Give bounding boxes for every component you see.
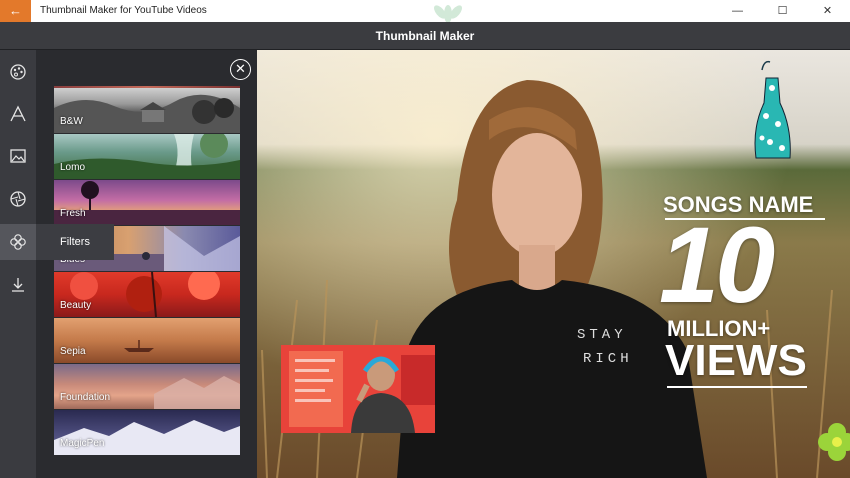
inset-photo-image [281, 345, 435, 433]
window-title: Thumbnail Maker for YouTube Videos [40, 5, 207, 16]
app-title: Thumbnail Maker [375, 29, 475, 43]
filter-item[interactable]: Sepia [54, 318, 240, 363]
rail-item-filters[interactable] [0, 224, 36, 260]
window-titlebar: ← Thumbnail Maker for YouTube Videos — ☐… [0, 0, 850, 22]
filter-label: Lomo [60, 162, 86, 173]
palette-icon [10, 64, 26, 80]
text-icon [10, 105, 26, 122]
filter-label: B&W [60, 116, 83, 127]
filter-item[interactable]: Lomo [54, 134, 240, 179]
inset-photo[interactable] [281, 345, 435, 433]
filter-label: Sepia [60, 346, 86, 357]
filter-item[interactable]: B&W [54, 88, 240, 133]
image-icon [10, 149, 26, 163]
big-number-text: 10 [659, 204, 775, 325]
flower-icon [818, 423, 850, 461]
flower-decoration-icon [434, 5, 462, 22]
rail-item-download[interactable] [0, 267, 36, 303]
filter-label: Foundation [60, 392, 111, 403]
filter-label: Fresh [60, 208, 86, 219]
svg-text:RICH: RICH [583, 351, 633, 367]
filters-icon [10, 234, 26, 250]
rail-item-palette[interactable] [0, 54, 36, 90]
rail-item-text[interactable] [0, 96, 36, 132]
rail-item-image[interactable] [0, 138, 36, 174]
filter-item[interactable]: MagicPen [54, 410, 240, 455]
filter-list: B&W Lomo Fresh Blues Beauty [54, 86, 240, 478]
filter-label: Beauty [60, 300, 92, 311]
tool-rail [0, 50, 36, 478]
divider-line [667, 386, 807, 388]
download-icon [12, 278, 24, 292]
views-text: VIEWS [665, 336, 807, 385]
close-window-button[interactable]: ✕ [805, 0, 850, 22]
back-button[interactable]: ← [0, 0, 31, 22]
maximize-button[interactable]: ☐ [760, 0, 805, 22]
aperture-icon [10, 191, 26, 207]
shirt-print: STAY [577, 327, 627, 343]
close-panel-button[interactable]: ✕ [230, 59, 251, 80]
rail-item-aperture[interactable] [0, 181, 36, 217]
app-header: Thumbnail Maker [0, 22, 850, 50]
filter-item[interactable]: Fresh [54, 180, 240, 225]
filters-tooltip: Filters [36, 224, 114, 260]
filter-item[interactable]: Foundation [54, 364, 240, 409]
minimize-button[interactable]: — [715, 0, 760, 22]
filter-label: MagicPen [60, 438, 105, 449]
dress-logo-icon [754, 60, 791, 159]
filter-item[interactable]: Beauty [54, 272, 240, 317]
